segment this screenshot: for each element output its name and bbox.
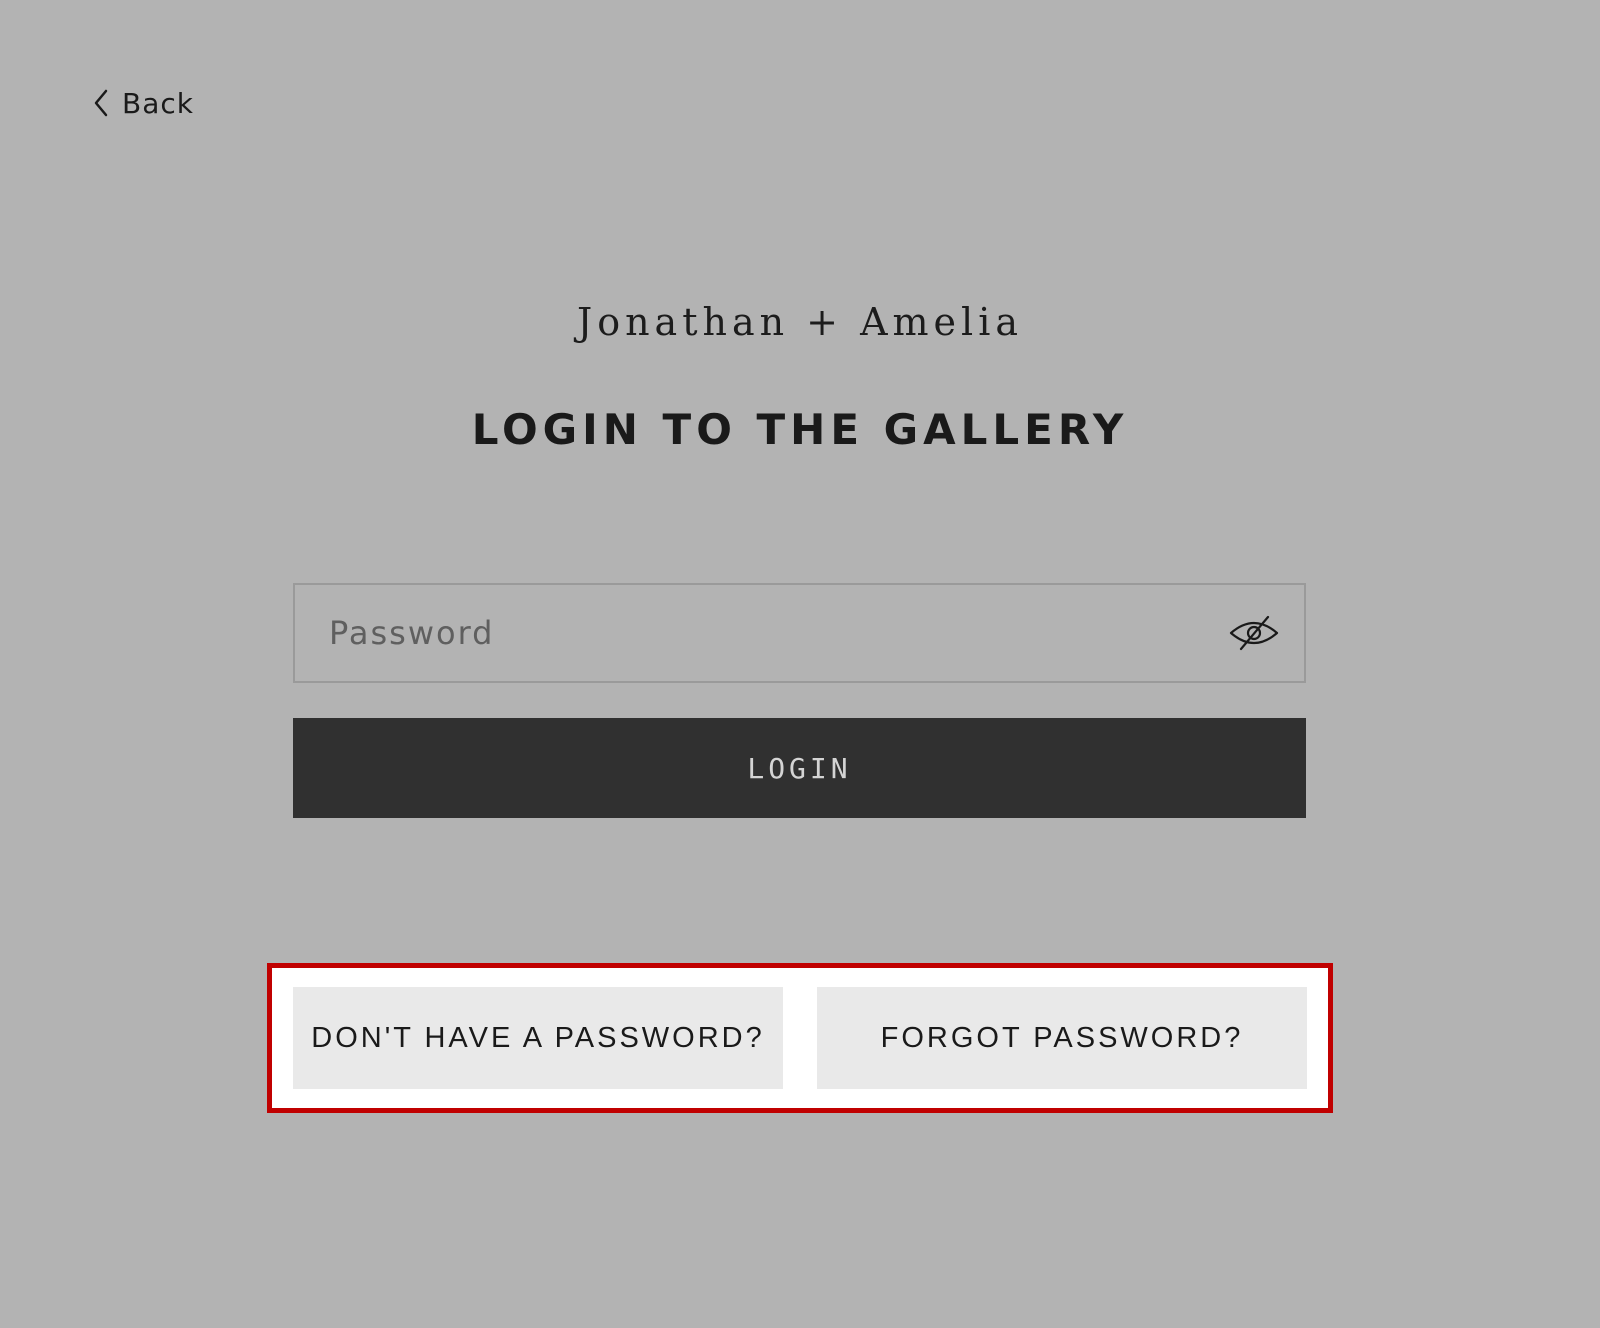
back-label: Back (122, 86, 194, 120)
password-field (293, 583, 1306, 683)
couple-name: Jonathan + Amelia (576, 300, 1024, 344)
no-password-button[interactable]: DON'T HAVE A PASSWORD? (293, 987, 783, 1089)
back-link[interactable]: Back (92, 84, 194, 122)
password-input[interactable] (295, 585, 1228, 681)
login-button[interactable]: LOGIN (293, 718, 1306, 818)
page-title: LOGIN TO THE GALLERY (471, 405, 1129, 454)
help-options-highlight: DON'T HAVE A PASSWORD? FORGOT PASSWORD? (267, 963, 1333, 1113)
eye-off-icon[interactable] (1228, 613, 1280, 653)
chevron-left-icon (94, 89, 108, 117)
forgot-password-button[interactable]: FORGOT PASSWORD? (817, 987, 1307, 1089)
